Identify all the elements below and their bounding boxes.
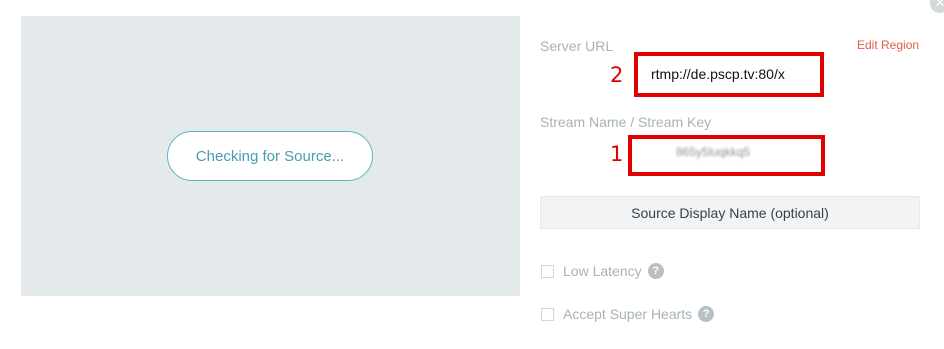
video-preview: Checking for Source... <box>21 16 520 296</box>
low-latency-checkbox[interactable] <box>541 264 554 278</box>
help-icon[interactable]: ? <box>647 263 664 279</box>
annotation-number-2: 2 <box>610 63 624 87</box>
checking-for-source-button[interactable]: Checking for Source... <box>167 131 373 181</box>
server-url-field[interactable]: rtmp://de.pscp.tv:80/x <box>651 66 785 82</box>
stream-key-field[interactable]: 865y5luqkkq5 <box>676 145 750 159</box>
super-hearts-option[interactable]: Accept Super Hearts ? <box>541 306 715 322</box>
stream-key-label: Stream Name / Stream Key <box>540 114 712 130</box>
help-icon[interactable]: ? <box>698 306 715 322</box>
edit-region-link[interactable]: Edit Region <box>857 38 919 52</box>
stream-source-settings: ✕ Checking for Source... Server URL Edit… <box>0 0 944 349</box>
close-icon[interactable]: ✕ <box>930 0 944 13</box>
super-hearts-checkbox[interactable] <box>541 307 554 321</box>
annotation-number-1: 1 <box>610 142 624 166</box>
super-hearts-label: Accept Super Hearts <box>563 306 693 322</box>
low-latency-option[interactable]: Low Latency ? <box>541 263 664 279</box>
source-display-name-input[interactable]: Source Display Name (optional) <box>540 196 920 229</box>
server-url-label: Server URL <box>540 38 614 54</box>
low-latency-label: Low Latency <box>563 263 642 279</box>
